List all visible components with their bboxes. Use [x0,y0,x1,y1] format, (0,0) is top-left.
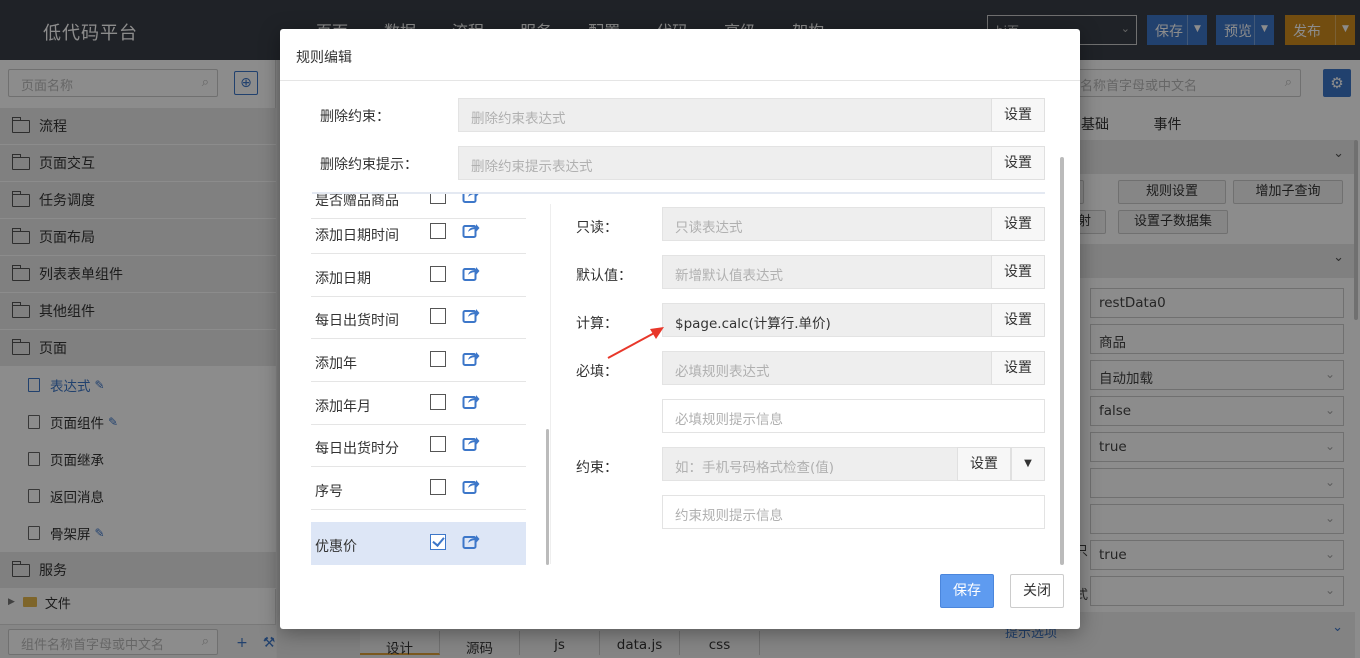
field-name: 每日出货时分 [315,441,399,457]
delete-constraint-hint-set-button[interactable]: 设置 [991,146,1045,180]
rule-edit-dialog: 规则编辑 删除约束： 删除约束表达式 设置 删除约束提示： 删除约束提示表达式 … [280,29,1080,629]
field-name: 优惠价 [315,539,357,555]
share-edit-icon[interactable] [462,392,480,410]
delete-constraint-set-button[interactable]: 设置 [991,98,1045,132]
field-checkbox[interactable] [430,394,446,410]
share-edit-icon[interactable] [462,532,480,550]
field-list-item[interactable]: 添加日期时间 [311,211,526,254]
annotation-arrow-icon [607,327,664,359]
scrollbar[interactable] [546,429,549,565]
field-name: 添加日期时间 [315,228,399,244]
scrollbar[interactable] [1060,157,1064,565]
divider [280,80,1080,81]
required-input[interactable]: 必填规则表达式 [662,351,992,385]
dialog-title: 规则编辑 [296,50,352,66]
field-list-item[interactable]: 序号 [311,467,526,510]
field-list-item[interactable]: 添加年 [311,339,526,382]
field-name: 添加年月 [315,399,371,415]
caret-down-icon[interactable]: ▼ [1011,447,1045,481]
field-checkbox[interactable] [430,308,446,324]
field-list-item[interactable]: 优惠价 [311,522,526,565]
share-edit-icon[interactable] [462,306,480,324]
calculate-input[interactable]: $page.calc(计算行.单价) [662,303,992,337]
delete-constraint-hint-label: 删除约束提示： [320,157,418,173]
calculate-set-button[interactable]: 设置 [991,303,1045,337]
share-edit-icon[interactable] [462,434,480,452]
readonly-set-button[interactable]: 设置 [991,207,1045,241]
field-list-item[interactable]: 每日出货时间 [311,296,526,339]
field-checkbox[interactable] [430,436,446,452]
default-value-label: 默认值： [576,268,632,284]
delete-constraint-hint-input[interactable]: 删除约束提示表达式 [458,146,992,180]
readonly-label: 只读： [576,220,618,236]
field-checkbox[interactable] [430,479,446,495]
readonly-input[interactable]: 只读表达式 [662,207,992,241]
share-edit-icon[interactable] [462,349,480,367]
constraint-message-input[interactable]: 约束规则提示信息 [662,495,1045,529]
field-list-item[interactable]: 添加日期 [311,254,526,297]
share-edit-icon[interactable] [462,477,480,495]
field-checkbox[interactable] [430,223,446,239]
share-edit-icon[interactable] [462,221,480,239]
required-set-button[interactable]: 设置 [991,351,1045,385]
field-checkbox[interactable] [430,534,446,550]
dialog-close-button[interactable]: 关闭 [1010,574,1064,608]
default-value-set-button[interactable]: 设置 [991,255,1045,289]
required-label: 必填： [576,364,618,380]
field-list-item[interactable]: 添加年月 [311,382,526,425]
delete-constraint-input[interactable]: 删除约束表达式 [458,98,992,132]
field-name: 添加年 [315,356,357,372]
delete-constraint-label: 删除约束： [320,109,390,125]
constraint-set-button[interactable]: 设置 [957,447,1011,481]
divider [550,204,551,564]
share-edit-icon[interactable] [462,264,480,282]
default-value-input[interactable]: 新增默认值表达式 [662,255,992,289]
dialog-save-button[interactable]: 保存 [940,574,994,608]
field-name: 添加日期 [315,271,371,287]
constraint-label: 约束： [576,460,618,476]
field-checkbox[interactable] [430,351,446,367]
field-list-item[interactable]: 每日出货时分 [311,424,526,467]
field-name: 是否赠品商品 [315,194,399,209]
constraint-input[interactable]: 如：手机号码格式检查(值) [662,447,958,481]
field-checkbox[interactable] [430,266,446,282]
required-message-input[interactable]: 必填规则提示信息 [662,399,1045,433]
field-list: 是否赠品商品 添加日期时间 添加日期每日出货时间 添加年添加年月每日出货时分 序号优惠价 [311,194,526,565]
field-name: 序号 [315,484,343,500]
field-checkbox[interactable] [430,194,446,204]
field-name: 每日出货时间 [315,313,399,329]
share-edit-icon[interactable] [462,194,480,204]
